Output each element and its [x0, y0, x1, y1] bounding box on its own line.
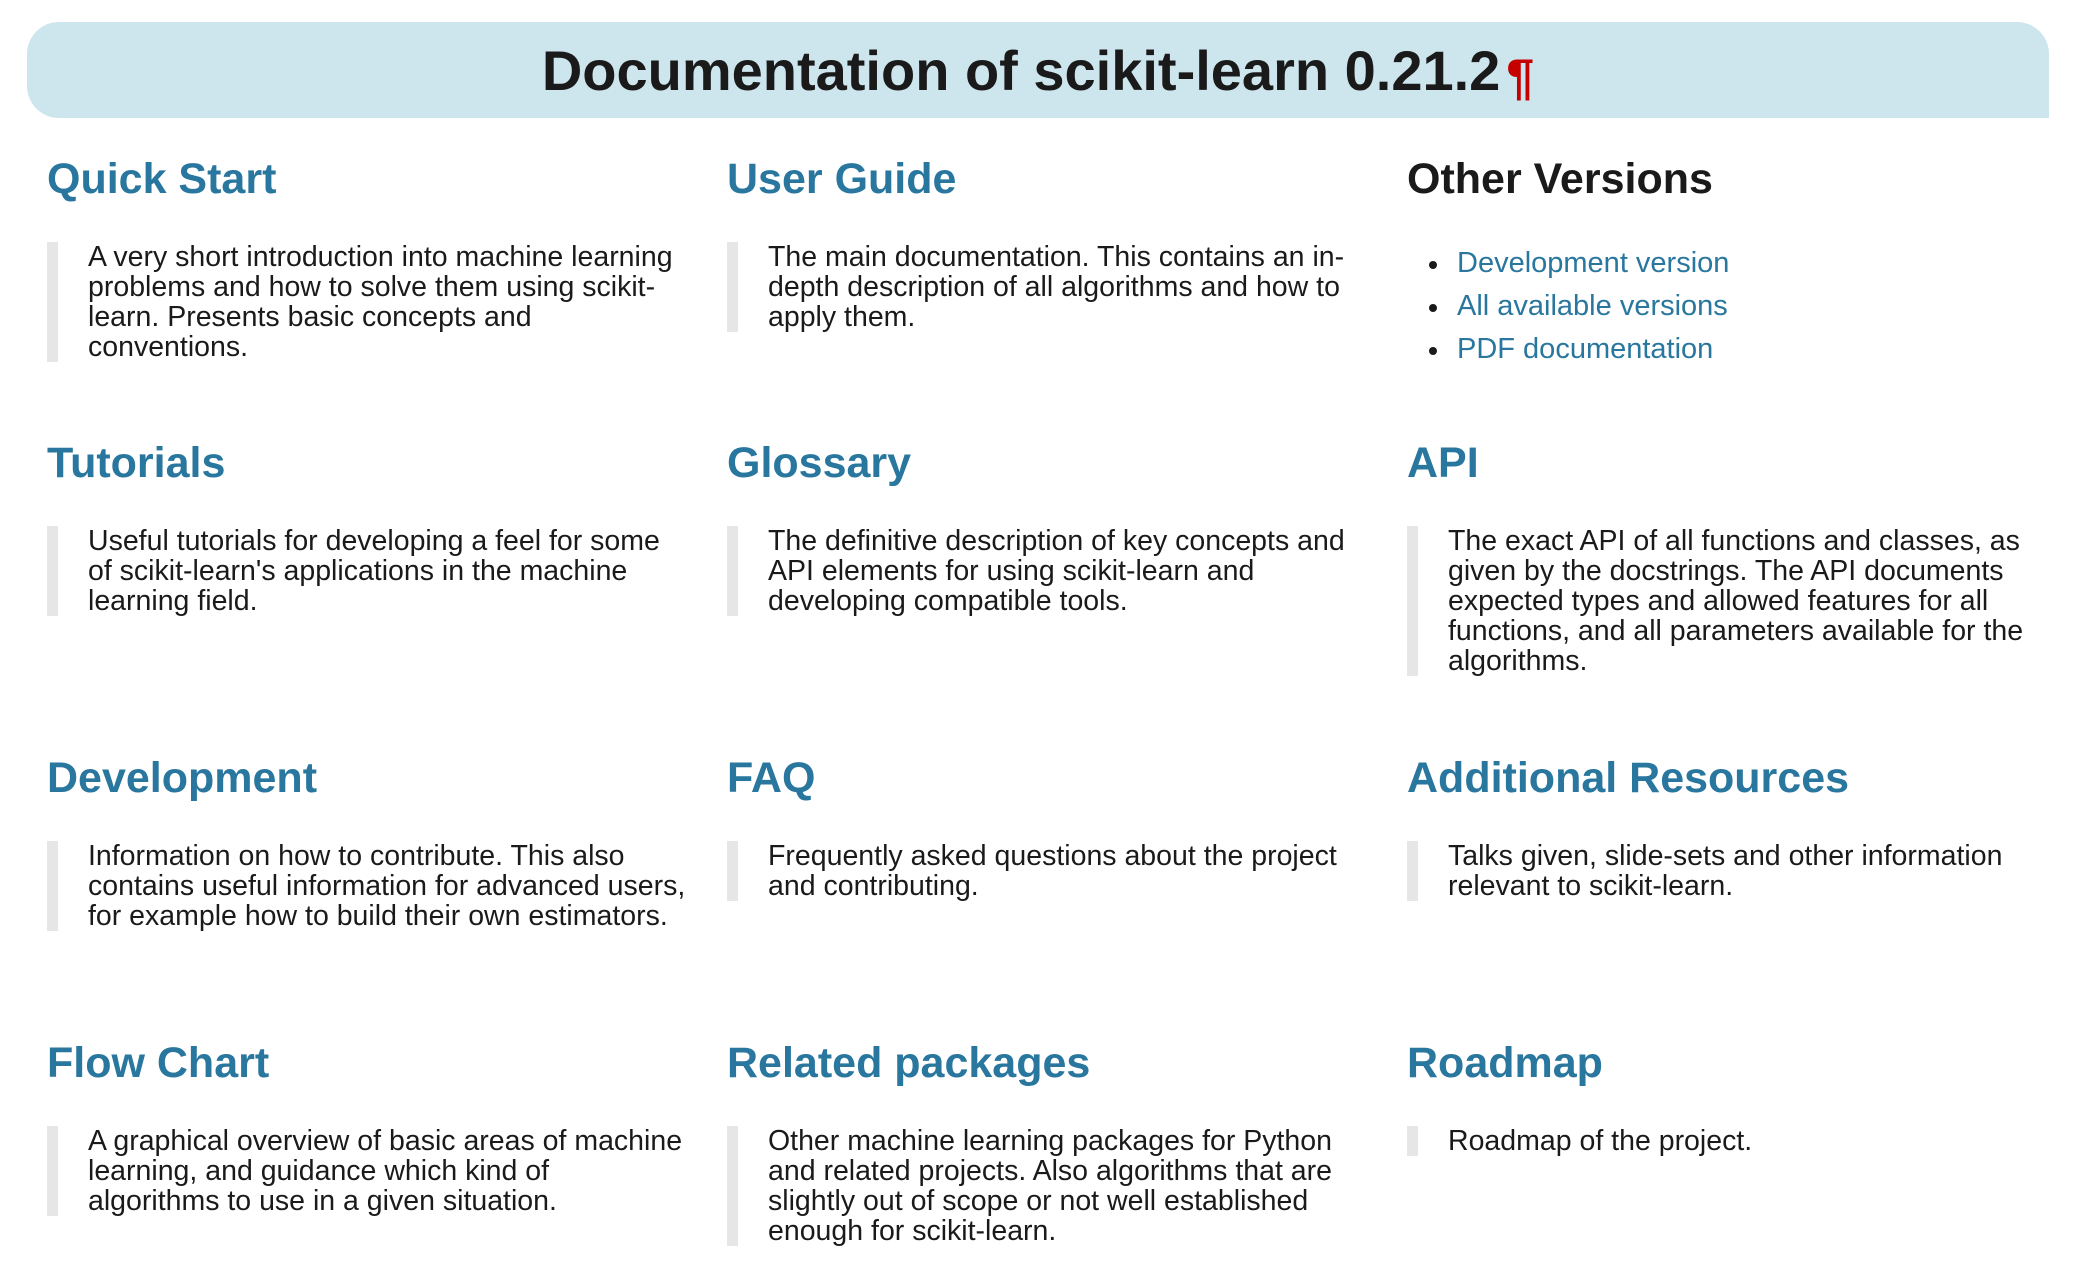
- quick-start-description: A very short introduction into machine l…: [47, 241, 688, 362]
- user-guide-description: The main documentation. This contains an…: [727, 241, 1368, 332]
- roadmap-description: Roadmap of the project.: [1407, 1125, 2048, 1156]
- tutorials-description: Useful tutorials for developing a feel f…: [47, 525, 688, 616]
- section-related-packages: Related packages Other machine learning …: [727, 1030, 1407, 1260]
- list-item: PDF documentation: [1429, 328, 2076, 371]
- api-link[interactable]: API: [1407, 438, 2076, 490]
- quick-start-link[interactable]: Quick Start: [47, 154, 727, 206]
- tutorials-link[interactable]: Tutorials: [47, 438, 727, 490]
- development-description: Information on how to contribute. This a…: [47, 840, 688, 931]
- list-item: All available versions: [1429, 285, 2076, 328]
- grid-row-4: Flow Chart A graphical overview of basic…: [47, 1030, 2057, 1260]
- page-title: Documentation of scikit-learn 0.21.2 ¶: [541, 38, 1534, 105]
- permalink-anchor[interactable]: ¶: [1506, 49, 1534, 105]
- documentation-grid: Quick Start A very short introduction in…: [47, 146, 2057, 1260]
- section-tutorials: Tutorials Useful tutorials for developin…: [47, 430, 727, 745]
- grid-row-1: Quick Start A very short introduction in…: [47, 146, 2057, 430]
- roadmap-link[interactable]: Roadmap: [1407, 1038, 2076, 1090]
- section-development: Development Information on how to contri…: [47, 745, 727, 1030]
- other-versions-list: Development version All available versio…: [1407, 242, 2076, 371]
- additional-resources-description: Talks given, slide-sets and other inform…: [1407, 840, 2048, 901]
- related-packages-description: Other machine learning packages for Pyth…: [727, 1125, 1368, 1246]
- section-other-versions: Other Versions Development version All a…: [1407, 146, 2076, 430]
- list-item: Development version: [1429, 242, 2076, 285]
- faq-link[interactable]: FAQ: [727, 753, 1407, 805]
- section-roadmap: Roadmap Roadmap of the project.: [1407, 1030, 2076, 1260]
- development-version-link[interactable]: Development version: [1457, 247, 1729, 279]
- glossary-link[interactable]: Glossary: [727, 438, 1407, 490]
- all-versions-link[interactable]: All available versions: [1457, 290, 1728, 322]
- grid-row-3: Development Information on how to contri…: [47, 745, 2057, 1030]
- section-quick-start: Quick Start A very short introduction in…: [47, 146, 727, 430]
- faq-description: Frequently asked questions about the pro…: [727, 840, 1368, 901]
- section-flow-chart: Flow Chart A graphical overview of basic…: [47, 1030, 727, 1260]
- page-title-text: Documentation of scikit-learn 0.21.2: [541, 38, 1501, 102]
- api-description: The exact API of all functions and class…: [1407, 525, 2048, 676]
- flow-chart-description: A graphical overview of basic areas of m…: [47, 1125, 688, 1216]
- grid-row-2: Tutorials Useful tutorials for developin…: [47, 430, 2057, 745]
- user-guide-link[interactable]: User Guide: [727, 154, 1407, 206]
- development-link[interactable]: Development: [47, 753, 727, 805]
- section-glossary: Glossary The definitive description of k…: [727, 430, 1407, 745]
- section-api: API The exact API of all functions and c…: [1407, 430, 2076, 745]
- other-versions-heading: Other Versions: [1407, 155, 1713, 203]
- section-faq: FAQ Frequently asked questions about the…: [727, 745, 1407, 1030]
- related-packages-link[interactable]: Related packages: [727, 1038, 1407, 1090]
- flow-chart-link[interactable]: Flow Chart: [47, 1038, 727, 1090]
- section-additional-resources: Additional Resources Talks given, slide-…: [1407, 745, 2076, 1030]
- glossary-description: The definitive description of key concep…: [727, 525, 1368, 616]
- pdf-documentation-link[interactable]: PDF documentation: [1457, 333, 1713, 365]
- additional-resources-link[interactable]: Additional Resources: [1407, 753, 2076, 805]
- title-banner: Documentation of scikit-learn 0.21.2 ¶: [27, 22, 2049, 118]
- section-user-guide: User Guide The main documentation. This …: [727, 146, 1407, 430]
